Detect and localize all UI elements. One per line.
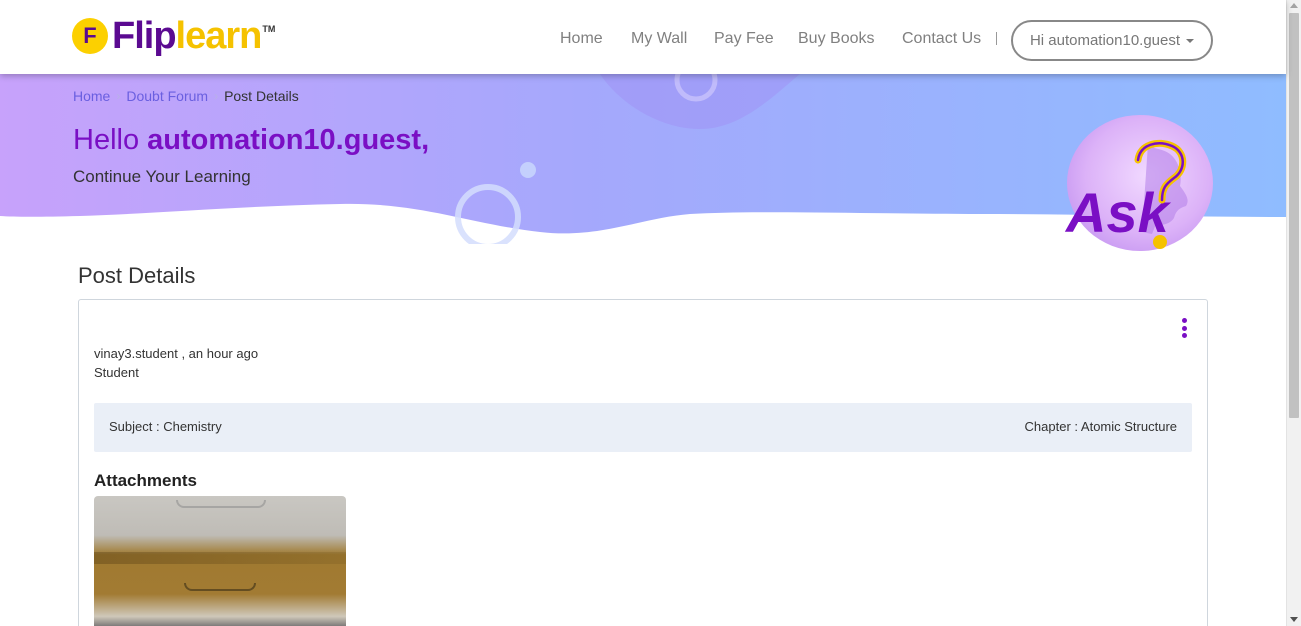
post-subject: Subject : Chemistry (109, 419, 222, 434)
logo-f-icon: F (72, 18, 108, 54)
user-menu-label: Hi automation10.guest (1029, 32, 1181, 49)
nav-buy-books[interactable]: Buy Books (798, 30, 874, 48)
post-card: vinay3.student , an hour ago Student Sub… (78, 299, 1208, 626)
logo-text-learn: learn (175, 15, 263, 57)
top-navbar: F Fliplearn TM Home My Wall Pay Fee Buy … (0, 0, 1286, 74)
post-meta-bar: Subject : Chemistry Chapter : Atomic Str… (94, 403, 1192, 452)
user-menu-button[interactable]: Hi automation10.guest (1011, 20, 1213, 61)
scrollbar-thumb[interactable] (1289, 13, 1299, 418)
nav-my-wall[interactable]: My Wall (631, 30, 687, 48)
breadcrumb: Home › Doubt Forum › Post Details (73, 88, 299, 104)
nav-home[interactable]: Home (560, 30, 603, 48)
fliplearn-logo[interactable]: F Fliplearn TM (72, 16, 275, 56)
scroll-up-arrow-icon[interactable] (1290, 3, 1298, 8)
scroll-down-arrow-icon[interactable] (1290, 617, 1298, 622)
post-author-role: Student (94, 365, 139, 380)
post-author-time: vinay3.student , an hour ago (94, 346, 259, 361)
greeting-prefix: Hello (73, 124, 148, 156)
post-chapter: Chapter : Atomic Structure (1024, 419, 1177, 434)
chevron-right-icon: › (214, 89, 219, 103)
breadcrumb-home[interactable]: Home (73, 88, 110, 104)
caret-down-icon (1186, 38, 1195, 43)
nav-divider (996, 32, 997, 45)
section-title-post-details: Post Details (78, 263, 196, 288)
ask-badge-text: Ask (1064, 181, 1172, 244)
breadcrumb-current: Post Details (224, 88, 299, 104)
greeting-subtitle: Continue Your Learning (73, 167, 251, 186)
logo-trademark: TM (262, 24, 276, 34)
logo-text-flip: Flip (112, 15, 177, 57)
kebab-menu-icon[interactable] (1179, 318, 1189, 338)
greeting-username: automation10.guest, (147, 124, 430, 156)
nav-pay-fee[interactable]: Pay Fee (714, 30, 774, 48)
attachments-heading: Attachments (94, 471, 197, 490)
ask-badge-icon: Ask (1064, 115, 1213, 251)
greeting-heading: Hello automation10.guest, (73, 124, 429, 157)
breadcrumb-doubt-forum[interactable]: Doubt Forum (126, 88, 208, 104)
nav-contact-us[interactable]: Contact Us (902, 30, 981, 48)
attachment-image[interactable] (94, 496, 346, 626)
page-scrollbar[interactable] (1286, 0, 1301, 626)
chevron-right-icon: › (116, 89, 121, 103)
